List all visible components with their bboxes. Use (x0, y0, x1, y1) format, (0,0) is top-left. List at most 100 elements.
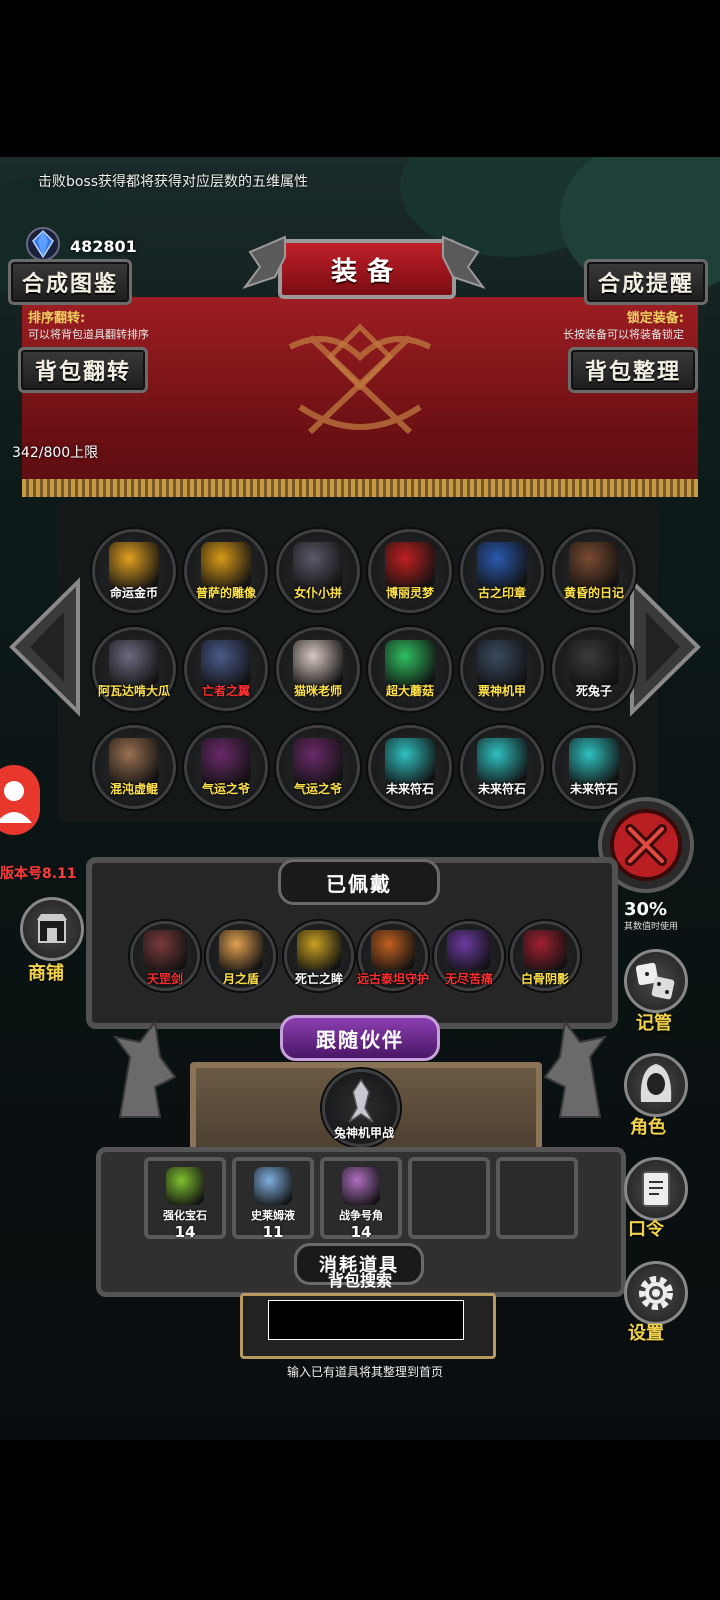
lock-note-title: 锁定装备: (626, 311, 684, 326)
search-input[interactable] (268, 1300, 464, 1340)
equipped-art (523, 930, 567, 970)
dice-icon (635, 962, 675, 1000)
item-art (109, 640, 159, 686)
gem-count: 482801 (70, 237, 137, 256)
inventory-slot[interactable]: 普萨的雕像 (184, 529, 268, 613)
equipped-title: 已佩戴 (278, 859, 440, 905)
crossed-swords-emblem (288, 323, 432, 435)
synthesis-codex-button[interactable]: 合成图鉴 (8, 259, 132, 305)
avatar-icon[interactable] (0, 765, 40, 835)
settings-button[interactable] (624, 1261, 688, 1325)
item-art (477, 542, 527, 588)
synthesis-reminder-button[interactable]: 合成提醒 (584, 259, 708, 305)
equipped-slot[interactable]: 月之盾 (206, 921, 276, 991)
item-art (477, 738, 527, 784)
sort-note-subtitle: 可以将背包道具翻转排序 (28, 328, 149, 341)
inventory-slot[interactable]: 阿瓦达啃大瓜 (92, 627, 176, 711)
inventory-slot[interactable]: 猫咪老师 (276, 627, 360, 711)
item-art (569, 640, 619, 686)
code-button[interactable] (624, 1157, 688, 1221)
equipped-slot[interactable]: 天罡剑 (130, 921, 200, 991)
item-art (201, 542, 251, 588)
inventory-slot[interactable]: 气运之爷 (276, 725, 360, 809)
inventory-slot[interactable]: 亡者之翼 (184, 627, 268, 711)
flip-inventory-button[interactable]: 背包翻转 (18, 347, 148, 393)
item-art (109, 542, 159, 588)
consumable-label: 强化宝石 (163, 1209, 207, 1222)
inventory-slot[interactable]: 未来符石 (368, 725, 452, 809)
inventory-slot[interactable]: 气运之爷 (184, 725, 268, 809)
consumable-slot[interactable] (408, 1157, 490, 1239)
item-label: 未来符石 (477, 782, 526, 796)
inventory-capacity: 342/800上限 (12, 445, 99, 461)
consumable-slot[interactable] (496, 1157, 578, 1239)
consumable-art (166, 1167, 204, 1205)
inventory-slot[interactable]: 古之印章 (460, 529, 544, 613)
consumable-count: 14 (174, 1223, 196, 1241)
code-label: 口令 (628, 1219, 664, 1240)
version-label: 版本号8.11 (0, 866, 77, 882)
shop-icon (37, 914, 67, 943)
companion-label: 兔神机甲战 (333, 1126, 394, 1140)
item-art (109, 738, 159, 784)
equipped-art (219, 930, 263, 970)
item-art (293, 738, 343, 784)
consumable-count: 14 (350, 1223, 372, 1241)
inventory-slot[interactable]: 未来符石 (460, 725, 544, 809)
item-label: 猫咪老师 (293, 684, 342, 698)
consumable-art (254, 1167, 292, 1205)
equipped-slot[interactable]: 远古泰坦守护 (357, 921, 429, 991)
hint-text: 击败boss获得都将获得对应层数的五维属性 (38, 174, 309, 190)
inventory-slot[interactable]: 命运金币 (92, 529, 176, 613)
consumable-label: 史莱姆液 (251, 1209, 295, 1222)
equipped-art (371, 930, 415, 970)
item-art (201, 738, 251, 784)
consumable-slot[interactable]: 史莱姆液 11 (232, 1157, 314, 1241)
inventory-slot[interactable]: 超大蘑菇 (368, 627, 452, 711)
equipped-slot[interactable]: 白骨阴影 (510, 921, 580, 991)
item-art (569, 542, 619, 588)
inventory-slot[interactable]: 票神机甲 (460, 627, 544, 711)
page-title: 装备 (278, 239, 456, 299)
item-label: 古之印章 (477, 586, 526, 600)
role-button[interactable] (624, 1053, 688, 1117)
item-art (293, 542, 343, 588)
item-art (385, 640, 435, 686)
left-arrow-icon[interactable] (8, 577, 80, 717)
sort-note-title: 排序翻转: (28, 311, 86, 326)
item-label: 博丽灵梦 (385, 586, 434, 600)
inventory-slot[interactable]: 女仆小拼 (276, 529, 360, 613)
companion-slot[interactable]: 兔神机甲战 (322, 1069, 400, 1147)
companion-mecha-icon (348, 1078, 374, 1123)
inventory-slot[interactable]: 黄昏的日记 (552, 529, 636, 613)
lock-note-subtitle: 长按装备可以将装备锁定 (563, 328, 684, 341)
manage-label: 记管 (636, 1013, 672, 1034)
item-art (201, 640, 251, 686)
item-label: 混沌虚鲲 (109, 782, 158, 796)
sort-note: 排序翻转: 可以将背包道具翻转排序 (28, 307, 149, 342)
item-art (293, 640, 343, 686)
dragon-statue-right (543, 1019, 608, 1118)
game-screen: 击败boss获得都将获得对应层数的五维属性 482801 装备 合成图鉴 合成提… (0, 157, 720, 1440)
item-art (385, 542, 435, 588)
companion-title: 跟随伙伴 (280, 1015, 440, 1061)
sort-inventory-button[interactable]: 背包整理 (568, 347, 698, 393)
consumable-slot[interactable]: 强化宝石 14 (144, 1157, 226, 1241)
equipped-label: 白骨阴影 (520, 972, 569, 986)
manage-button[interactable] (624, 949, 688, 1013)
item-label: 命运金币 (109, 586, 158, 600)
inventory-slot[interactable]: 死兔子 (552, 627, 636, 711)
banner-fringe (22, 479, 698, 497)
gear-icon (639, 1276, 673, 1310)
shop-button[interactable] (20, 897, 84, 961)
dragon-statue-left (112, 1019, 177, 1118)
consumable-slot[interactable]: 战争号角 14 (320, 1157, 402, 1241)
lock-note: 锁定装备: 长按装备可以将装备锁定 (563, 307, 684, 342)
inventory-slot[interactable]: 未来符石 (552, 725, 636, 809)
hood-icon (640, 1064, 672, 1102)
item-label: 阿瓦达啃大瓜 (97, 684, 170, 698)
consumable-count: 11 (262, 1223, 284, 1241)
inventory-slot[interactable]: 博丽灵梦 (368, 529, 452, 613)
equipped-slot[interactable]: 无尽苦痛 (434, 921, 504, 991)
inventory-slot[interactable]: 混沌虚鲲 (92, 725, 176, 809)
